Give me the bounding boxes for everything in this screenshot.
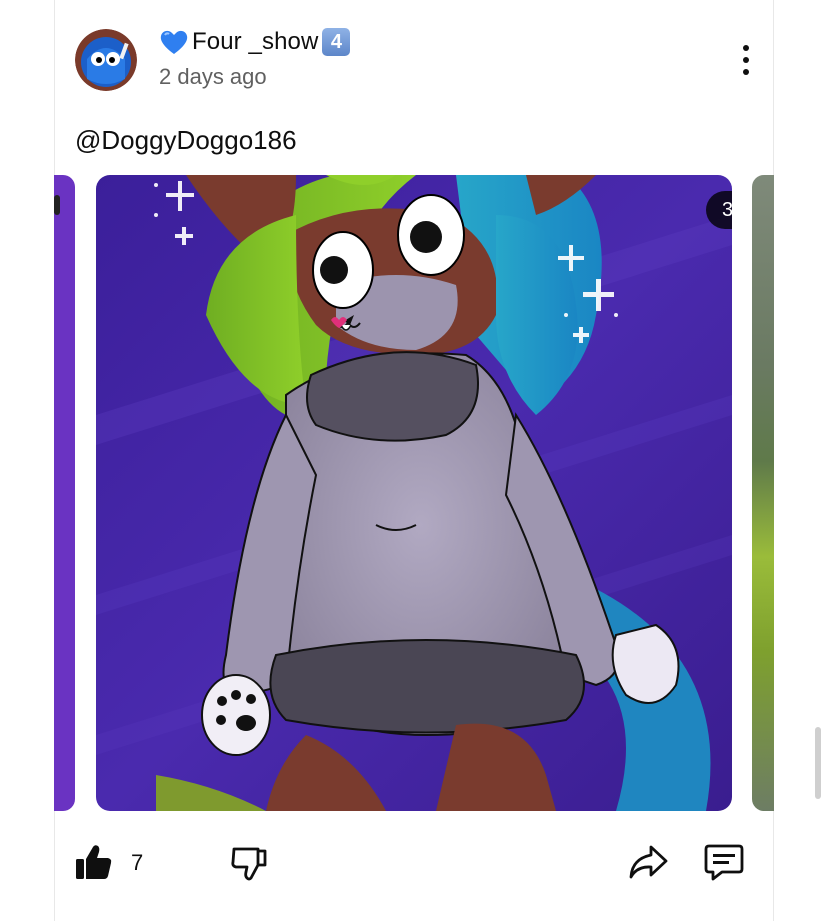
more-vertical-icon[interactable] xyxy=(726,40,766,80)
comment-button[interactable] xyxy=(703,840,745,888)
menu-dot xyxy=(743,45,749,51)
post-timestamp: 2 days ago xyxy=(159,64,267,89)
author-avatar[interactable] xyxy=(75,29,137,91)
like-button[interactable] xyxy=(74,840,114,888)
thumbs-down-icon xyxy=(229,842,269,887)
dislike-button[interactable] xyxy=(229,840,269,888)
keycap-badge: 4 xyxy=(322,28,351,56)
previous-slide-edge xyxy=(54,195,60,215)
share-arrow-icon xyxy=(627,842,669,887)
post-action-bar: 7 xyxy=(54,830,774,900)
like-count: 7 xyxy=(131,850,144,875)
image-carousel[interactable]: 3/4 xyxy=(54,175,774,811)
author-line[interactable]: Four _show 4 xyxy=(159,26,351,58)
post-text[interactable]: @DoggyDoggo186 xyxy=(75,125,297,156)
comment-icon xyxy=(703,841,745,888)
menu-dot xyxy=(743,69,749,75)
share-button[interactable] xyxy=(627,840,669,888)
page-scrollbar[interactable] xyxy=(815,727,821,799)
thumbs-up-filled-icon xyxy=(74,842,114,887)
menu-dot xyxy=(743,57,749,63)
current-slide-image[interactable]: 3/4 xyxy=(96,175,732,811)
author-name[interactable]: Four _show xyxy=(192,28,318,56)
previous-slide[interactable] xyxy=(54,175,75,811)
next-slide[interactable] xyxy=(752,175,774,811)
blue-heart-icon xyxy=(159,28,189,56)
